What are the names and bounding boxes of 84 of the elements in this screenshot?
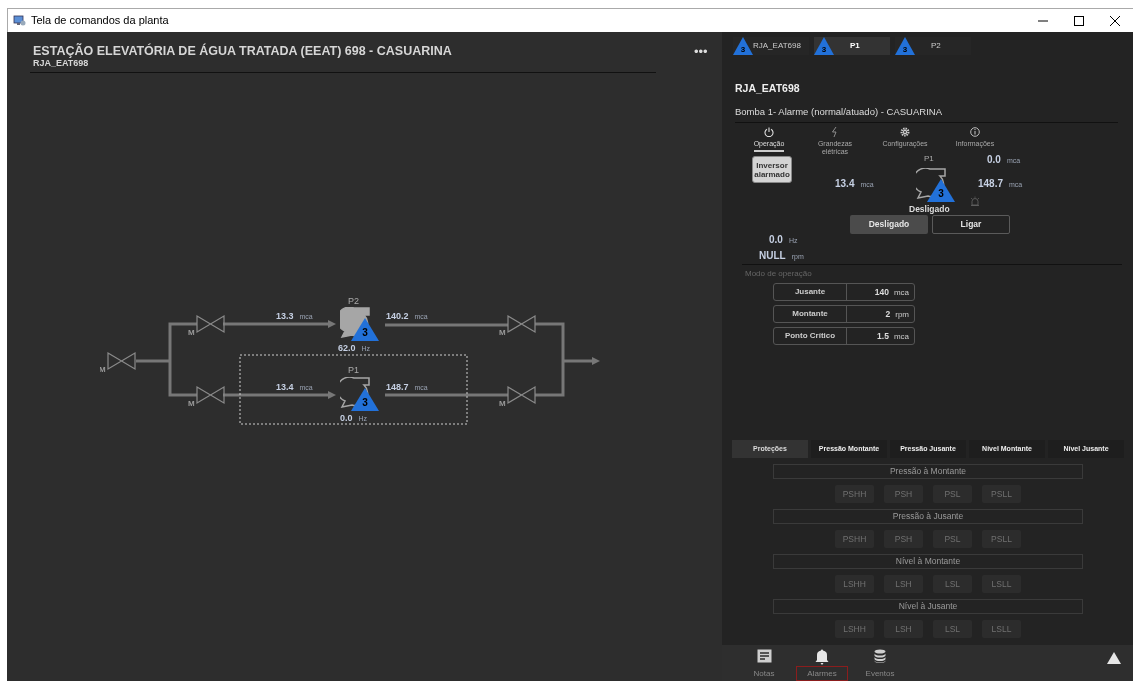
alarm-button[interactable]: Inversor alarmado (752, 156, 792, 183)
power-icon (764, 127, 774, 137)
setpoint-label: Montante (774, 306, 847, 322)
setpoint-label: Jusante (774, 284, 847, 300)
group-header: Nível à Jusante (773, 599, 1083, 614)
value-text: 13.3 (276, 310, 294, 323)
value-text: 13.4 (835, 177, 855, 191)
motor-label: M (499, 399, 506, 408)
pump-icon[interactable] (340, 307, 370, 338)
valve-icon[interactable] (507, 385, 536, 405)
protection-indicator: LSH (884, 620, 923, 638)
panel-title: RJA_EAT698 (735, 81, 801, 96)
value-text: NULL (759, 249, 786, 263)
setpoint-value: 1.5 (877, 329, 889, 343)
value-text: 148.7 (386, 381, 409, 394)
tab[interactable]: 3 P1 (814, 37, 890, 55)
motor-label: M (100, 365, 106, 374)
alarm-badge: 3 (733, 37, 753, 55)
app-icon (13, 14, 26, 27)
protection-indicator: PSHH (835, 530, 874, 548)
value-text: 62.0 (338, 342, 356, 355)
pump-label: P2 (348, 295, 359, 308)
pump-label: P1 (348, 364, 359, 377)
protection-indicator: LSLL (982, 575, 1021, 593)
more-menu-button[interactable]: ••• (694, 45, 708, 58)
notes-icon (756, 649, 772, 663)
setpoint-label: Ponto Crítico (774, 328, 847, 344)
group-header: Pressão à Montante (773, 464, 1083, 479)
bell-icon (815, 649, 829, 665)
lightning-icon (831, 127, 839, 137)
valve-icon[interactable] (196, 385, 225, 405)
alarm-badge: 3 (927, 179, 955, 202)
footer-tab[interactable]: Alarmes (796, 645, 848, 681)
valve-icon[interactable] (196, 314, 225, 334)
settings-icon (900, 127, 910, 137)
station-title: ESTAÇÃO ELEVATÓRIA DE ÁGUA TRATADA (EEAT) 698 - CASUARINA (32, 44, 453, 58)
value-text: 0.0 (340, 412, 353, 425)
command-button[interactable]: Ligar (932, 215, 1010, 234)
motor-label: M (499, 328, 506, 337)
alarm-badge: 3 (351, 388, 379, 411)
motor-label: M (188, 399, 195, 408)
group-header: Pressão à Jusante (773, 509, 1083, 524)
protection-indicator: LSLL (982, 620, 1021, 638)
value-text: 0.0 (769, 233, 783, 247)
protection-indicator: LSH (884, 575, 923, 593)
command-button[interactable]: Desligado (850, 215, 928, 234)
unit-text: mca (893, 286, 909, 299)
protection-indicator: PSLL (982, 485, 1021, 503)
group-header: Nível à Montante (773, 554, 1083, 569)
motor-label: M (188, 328, 195, 337)
close-icon[interactable] (1110, 15, 1120, 26)
value-text: 13.4 (276, 381, 294, 394)
protection-indicator: LSHH (835, 575, 874, 593)
setpoint-value: 140 (874, 285, 889, 299)
protection-indicator: PSLL (982, 530, 1021, 548)
panel-subtitle: Bomba 1- Alarme (normal/atuado) - CASUARINA (735, 104, 1118, 123)
protection-indicator: PSH (884, 530, 923, 548)
value-text: 148.7 (978, 177, 1004, 191)
database-icon (874, 649, 886, 663)
pump-label: P1 (924, 153, 934, 165)
valve-icon[interactable] (107, 351, 136, 371)
alarm-light-icon (970, 196, 980, 206)
alarm-badge: 3 (895, 37, 915, 55)
unit-text: rpm (895, 308, 909, 321)
alarm-badge: 3 (814, 37, 834, 55)
value-text: 0.0 (987, 153, 1001, 167)
footer-tab[interactable]: Eventos (854, 645, 906, 681)
protection-indicator: LSL (933, 620, 972, 638)
info-icon (970, 127, 980, 137)
maximize-icon[interactable] (1074, 15, 1084, 26)
unit-text: mca (893, 330, 909, 343)
protection-indicator: PSH (884, 485, 923, 503)
setpoint-value: 2 (885, 307, 891, 321)
pump-status: Desligado (909, 203, 950, 216)
footer-tab[interactable]: Notas (738, 645, 790, 681)
protection-indicator: PSHH (835, 485, 874, 503)
alarm-badge: 3 (351, 318, 379, 341)
window-title: Tela de comandos da planta (31, 13, 169, 29)
value-text: 140.2 (386, 310, 409, 323)
protection-indicator: LSHH (835, 620, 874, 638)
expand-button[interactable] (1107, 652, 1121, 664)
station-code: RJA_EAT698 (32, 58, 90, 68)
valve-icon[interactable] (507, 314, 536, 334)
protection-indicator: LSL (933, 575, 972, 593)
